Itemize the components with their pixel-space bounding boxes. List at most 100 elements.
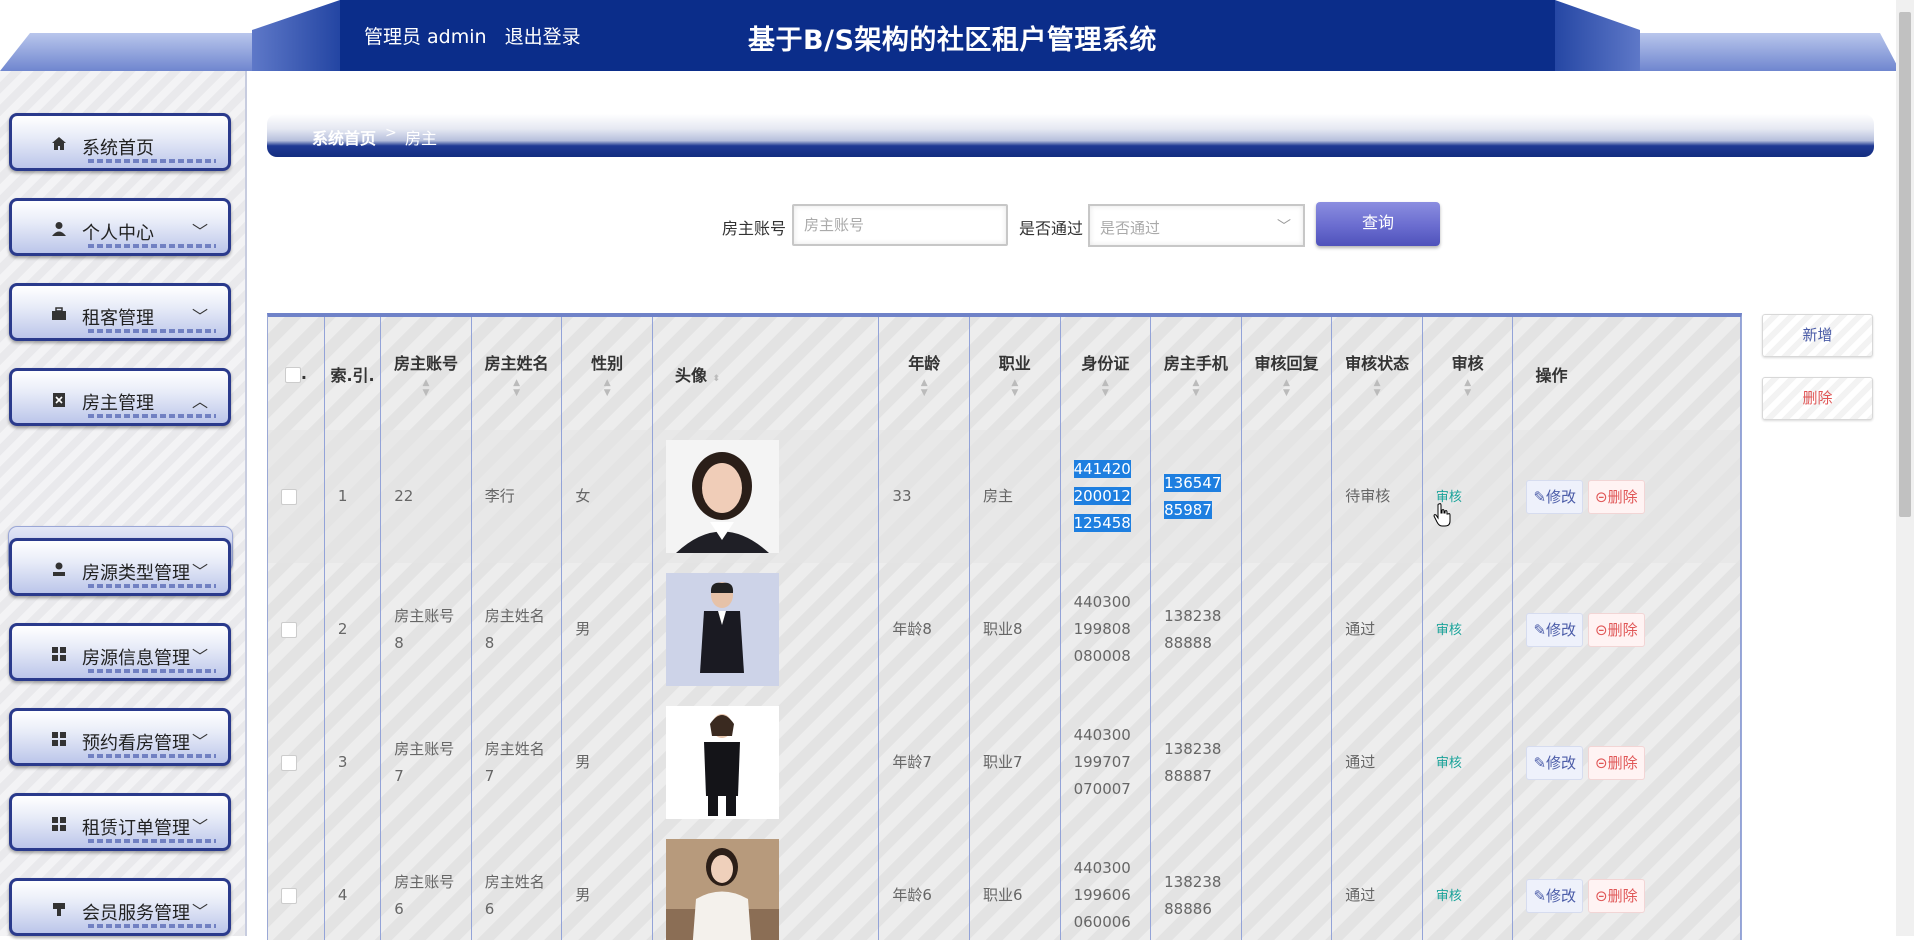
cell-ops: ✎修改 ⊝删除	[1512, 696, 1741, 829]
table-row[interactable]: 2 房主账号8 房主姓名8 男 年龄8 职业8 4403001998080800…	[268, 563, 1741, 696]
edit-button[interactable]: ✎修改	[1526, 479, 1584, 514]
grid-icon	[52, 817, 66, 831]
batch-delete-button[interactable]: 删除	[1762, 377, 1873, 420]
cell-status: 通过	[1331, 829, 1423, 940]
audit-link[interactable]: 审核	[1436, 623, 1462, 638]
sort-icon[interactable]: ▲ ▼	[1246, 378, 1328, 398]
delete-button[interactable]: ⊝删除	[1588, 878, 1645, 913]
sidebar-item-landlords[interactable]: 房主管理 ︿	[9, 368, 231, 426]
sidebar-item-membership[interactable]: 会员服务管理 ﹀	[9, 878, 231, 936]
edit-button[interactable]: ✎修改	[1526, 878, 1584, 913]
admin-label: 管理员 admin	[364, 26, 487, 48]
sidebar-item-house-info[interactable]: 房源信息管理 ﹀	[9, 623, 231, 681]
cell-ops: ✎修改 ⊝删除	[1512, 430, 1741, 563]
page-scrollbar[interactable]	[1896, 0, 1914, 936]
cell-avatar[interactable]	[652, 829, 880, 940]
header-name[interactable]: 房主姓名 ▲ ▼	[471, 317, 563, 430]
sidebar-item-label: 系统首页	[82, 138, 154, 159]
chevron-down-icon: ﹀	[191, 222, 208, 241]
sort-icon[interactable]: ▲ ▼	[1336, 378, 1418, 398]
query-button[interactable]: 查询	[1316, 202, 1440, 246]
sidebar-item-tenants[interactable]: 租客管理 ﹀	[9, 283, 231, 341]
sort-icon[interactable]: ▲ ▼	[1155, 378, 1237, 398]
header-audit-label: 审核	[1451, 353, 1484, 373]
delete-label: 删除	[1607, 753, 1638, 772]
scrollbar-thumb[interactable]	[1899, 12, 1911, 517]
edit-icon: ✎	[1533, 753, 1547, 772]
cell-job: 职业8	[969, 563, 1061, 696]
cell-name: 房主姓名7	[471, 696, 563, 829]
sort-icon[interactable]: ▲ ▼	[883, 378, 965, 398]
audit-link[interactable]: 审核	[1436, 889, 1462, 904]
header-job[interactable]: 职业 ▲ ▼	[969, 317, 1061, 430]
avatar	[665, 839, 779, 940]
cell-avatar[interactable]	[652, 430, 880, 563]
sidebar: 系统首页 个人中心 ﹀ 租客管理 ﹀ 房主管理 ︿ 房主 房源类型管理 ﹀ 房源…	[0, 71, 247, 936]
sidebar-item-house-types[interactable]: 房源类型管理 ﹀	[9, 538, 231, 596]
sort-icon[interactable]: ▲ ▼	[1065, 378, 1147, 398]
menu-dash	[88, 329, 216, 333]
sort-icon[interactable]: ▲ ▼	[566, 378, 648, 398]
audit-link[interactable]: 审核	[1436, 756, 1462, 771]
person-icon	[53, 562, 65, 576]
delete-button[interactable]: ⊝删除	[1588, 612, 1645, 647]
header-account[interactable]: 房主账号 ▲ ▼	[380, 317, 472, 430]
cell-avatar[interactable]	[652, 696, 880, 829]
sort-icon[interactable]: ▲ ▼	[385, 378, 467, 398]
pass-select[interactable]: 是否通过 ﹀	[1088, 204, 1305, 247]
sort-icon[interactable]: ▲ ▼	[1427, 378, 1509, 398]
row-checkbox[interactable]	[281, 488, 297, 505]
header-age[interactable]: 年龄 ▲ ▼	[878, 317, 970, 430]
table-row[interactable]: 3 房主账号7 房主姓名7 男 年龄7 职业7 4403001997070700…	[268, 696, 1741, 829]
header-index: 索.引.	[324, 317, 382, 430]
breadcrumb-current: 房主	[405, 129, 438, 148]
header-reply[interactable]: 审核回复 ▲ ▼	[1241, 317, 1333, 430]
row-checkbox[interactable]	[281, 887, 297, 904]
cell-index: 1	[324, 430, 382, 563]
cell-avatar[interactable]	[652, 563, 880, 696]
cell-index: 3	[324, 696, 382, 829]
logout-link[interactable]: 退出登录	[505, 26, 581, 48]
delete-label: 删除	[1607, 886, 1638, 905]
sort-icon[interactable]: ⬍	[713, 374, 721, 384]
header-gender[interactable]: 性别 ▲ ▼	[561, 317, 653, 430]
header-audit[interactable]: 审核 ▲ ▼	[1422, 317, 1514, 430]
header-account-label: 房主账号	[394, 353, 459, 373]
sidebar-item-viewing[interactable]: 预约看房管理 ﹀	[9, 708, 231, 766]
sidebar-item-profile[interactable]: 个人中心 ﹀	[9, 198, 231, 256]
header-status[interactable]: 审核状态 ▲ ▼	[1331, 317, 1423, 430]
row-checkbox[interactable]	[281, 754, 297, 771]
avatar	[665, 573, 779, 686]
row-checkbox[interactable]	[281, 621, 297, 638]
chevron-down-icon: ﹀	[191, 647, 208, 666]
cell-account: 房主账号7	[380, 696, 472, 829]
sort-icon[interactable]: ▲ ▼	[974, 378, 1056, 398]
table-row[interactable]: 4 房主账号6 房主姓名6 男 年龄6 职业6 4403001996060600…	[268, 829, 1741, 940]
account-search-input[interactable]	[792, 204, 1008, 246]
minus-circle-icon: ⊝	[1595, 886, 1608, 905]
header-phone[interactable]: 房主手机 ▲ ▼	[1150, 317, 1242, 430]
sidebar-item-label: 租赁订单管理	[82, 818, 190, 839]
add-button[interactable]: 新增	[1762, 314, 1873, 357]
select-all-checkbox[interactable]	[284, 366, 301, 383]
landlord-table: . 索.引. 房主账号 ▲ ▼ 房主姓名 ▲ ▼ 性别 ▲ ▼ 头像 ⬍ 年龄 ▲ ▼ 职业 ▲ ▼…	[267, 313, 1742, 940]
breadcrumb-home[interactable]: 系统首页	[312, 125, 376, 149]
header-id[interactable]: 身份证 ▲ ▼	[1060, 317, 1152, 430]
menu-dash	[88, 244, 216, 248]
sidebar-item-orders[interactable]: 租赁订单管理 ﹀	[9, 793, 231, 851]
edit-button[interactable]: ✎修改	[1526, 745, 1584, 780]
cell-account: 22	[380, 430, 472, 563]
cell-id-card: 441420200012125458	[1060, 430, 1152, 563]
sidebar-item-label: 房源类型管理	[82, 563, 190, 584]
delete-button[interactable]: ⊝删除	[1588, 479, 1645, 514]
account-label: 房主账号	[722, 219, 787, 238]
edit-button[interactable]: ✎修改	[1526, 612, 1584, 647]
header-avatar[interactable]: 头像 ⬍	[652, 317, 880, 430]
cell-ops: ✎修改 ⊝删除	[1512, 563, 1741, 696]
sidebar-item-home[interactable]: 系统首页	[9, 113, 231, 171]
sort-icon[interactable]: ▲ ▼	[476, 378, 558, 398]
header-job-label: 职业	[998, 353, 1031, 373]
delete-button[interactable]: ⊝删除	[1588, 745, 1645, 780]
flag-icon	[53, 903, 65, 916]
table-row[interactable]: 1 22 李行 女 33 房主 441420200012125458 13654…	[268, 430, 1741, 563]
